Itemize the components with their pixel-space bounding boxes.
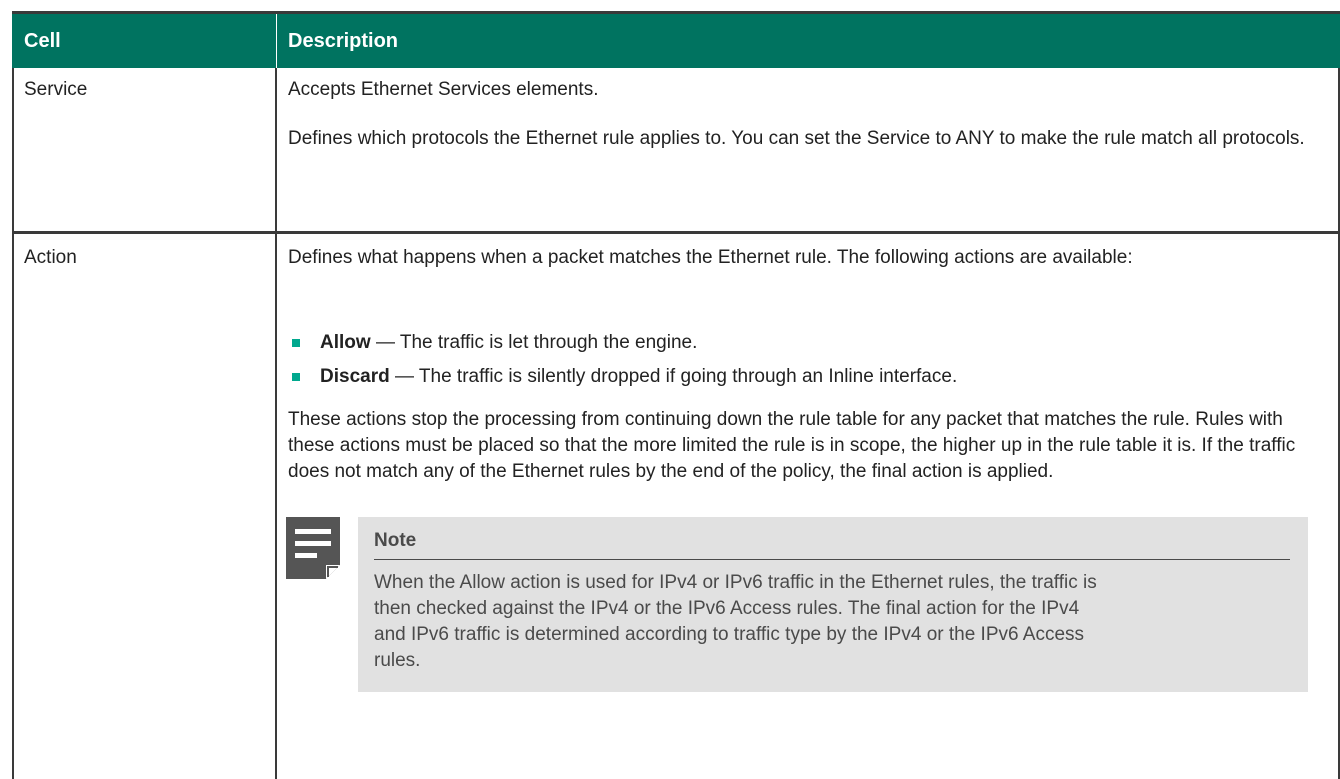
header-divider [276,14,277,68]
header-cell: Cell [24,30,61,52]
row-divider [12,231,1340,234]
note-text: When the Allow action is used for IPv4 o… [374,572,1097,671]
note-box: Note When the Allow action is used for I… [358,517,1308,692]
column-divider [275,68,277,779]
bullet-square-icon [292,373,300,381]
note-icon [286,517,340,579]
bullet-square-icon [292,339,300,347]
note-title-rule [374,559,1290,560]
table-header-row: Cell Description [12,14,1340,68]
bullet-text: — The traffic is silently dropped if goi… [389,366,958,387]
service-paragraph-2: Defines which protocols the Ethernet rul… [288,128,1305,149]
row-service-label: Service [24,79,88,100]
bullet-term: Allow [320,332,371,353]
bullet-text: — The traffic is let through the engine. [370,332,698,353]
cell-description-table: Cell Description Service Accepts Etherne… [12,11,1340,779]
bullet-term: Discard [320,366,390,387]
note-title: Note [374,530,417,551]
header-description: Description [288,30,399,52]
row-action-label: Action [24,247,77,268]
action-body: These actions stop the processing from c… [288,409,1296,482]
service-paragraph-1: Accepts Ethernet Services elements. [288,79,599,100]
table-left-border [12,68,14,779]
action-intro: Defines what happens when a packet match… [288,247,1133,268]
